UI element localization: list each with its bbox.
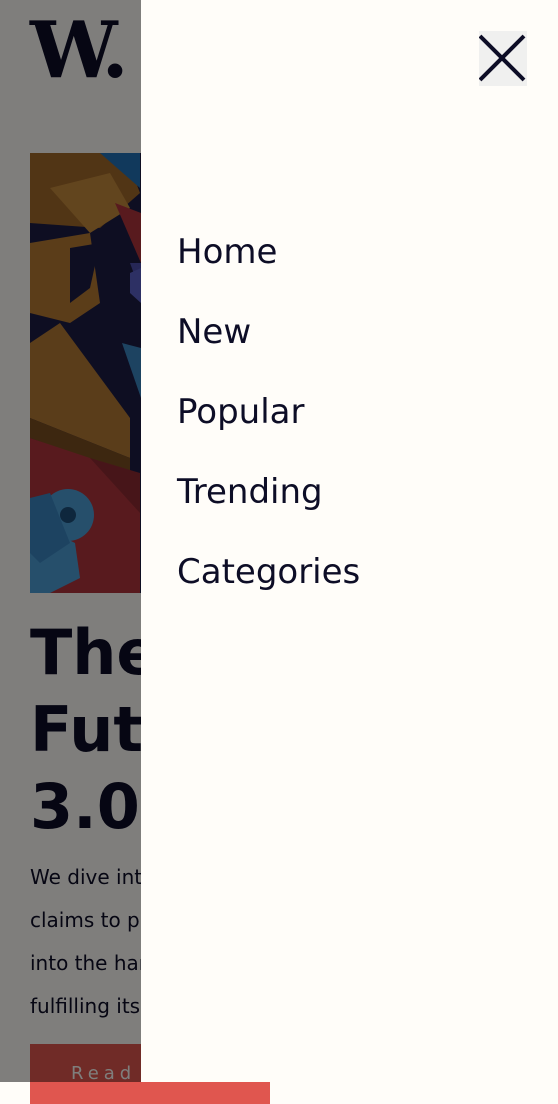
nav-item-new[interactable]: New	[177, 305, 360, 385]
nav-item-popular[interactable]: Popular	[177, 385, 360, 465]
nav-drawer: Home New Popular Trending Categories	[141, 0, 558, 1082]
nav-item-categories[interactable]: Categories	[177, 545, 360, 625]
nav-item-trending[interactable]: Trending	[177, 465, 360, 545]
nav-menu: Home New Popular Trending Categories	[177, 225, 360, 625]
close-menu-button[interactable]	[479, 31, 527, 86]
nav-item-home[interactable]: Home	[177, 225, 360, 305]
close-icon	[479, 31, 527, 86]
